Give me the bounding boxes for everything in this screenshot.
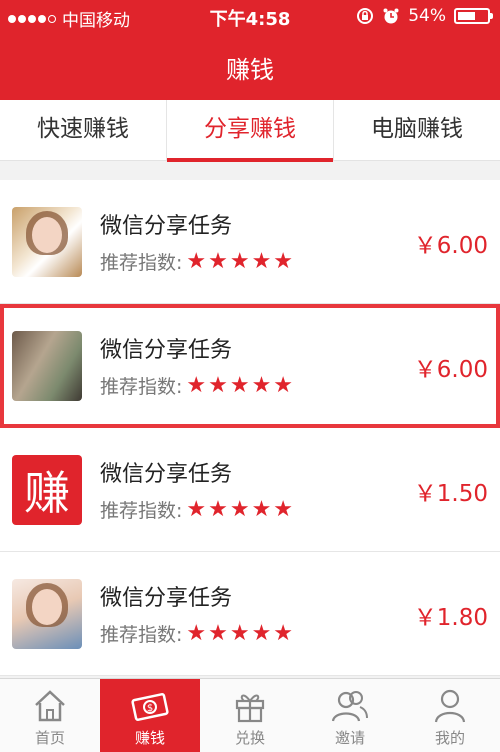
task-price: ￥1.50 — [413, 481, 488, 507]
rating-label: 推荐指数: — [100, 376, 183, 398]
task-title: 微信分享任务 — [100, 338, 233, 363]
tabbar-label: 邀请 — [334, 729, 365, 747]
alarm-icon — [383, 8, 399, 24]
rating-stars: ★★★★★ — [186, 249, 296, 274]
rating-stars: ★★★★★ — [186, 621, 296, 646]
task-thumbnail — [12, 207, 82, 277]
money-icon: $ — [131, 693, 169, 721]
rating-label: 推荐指数: — [100, 252, 183, 274]
task-price: ￥1.80 — [413, 605, 488, 631]
task-title: 微信分享任务 — [100, 462, 233, 487]
tabbar-mine[interactable]: 我的 — [400, 679, 500, 752]
task-item[interactable]: 赚 微信分享任务 推荐指数: ★★★★★ ￥1.50 — [0, 428, 500, 552]
tabbar-earn[interactable]: $ 赚钱 — [100, 679, 200, 752]
task-rating: 推荐指数: ★★★★★ — [100, 620, 295, 647]
task-item[interactable]: 微信分享任务 推荐指数: ★★★★★ ￥1.80 — [0, 552, 500, 676]
bottom-tab-bar: 首页 $ 赚钱 兑换 邀请 我的 — [0, 678, 500, 752]
tab-label: 电脑赚钱 — [371, 116, 463, 142]
status-bar: 中国移动 下午4:58 54% — [0, 0, 500, 34]
tab-pc-earn[interactable]: 电脑赚钱 — [333, 100, 500, 160]
gift-icon — [235, 694, 265, 723]
tabbar-label: 赚钱 — [134, 729, 165, 747]
tab-share-earn[interactable]: 分享赚钱 — [166, 100, 333, 162]
tabbar-label: 我的 — [434, 729, 465, 747]
tabbar-exchange[interactable]: 兑换 — [200, 679, 300, 752]
tabbar-label: 首页 — [34, 729, 65, 747]
task-rating: 推荐指数: ★★★★★ — [100, 372, 295, 399]
battery-percent: 54% — [408, 6, 446, 26]
rating-stars: ★★★★★ — [186, 497, 296, 522]
category-tabs: 快速赚钱 分享赚钱 电脑赚钱 — [0, 100, 500, 162]
tabbar-invite[interactable]: 邀请 — [300, 679, 400, 752]
task-title: 微信分享任务 — [100, 586, 233, 611]
task-thumbnail — [12, 331, 82, 401]
tab-label: 分享赚钱 — [204, 116, 296, 142]
orientation-lock-icon — [357, 8, 374, 24]
task-rating: 推荐指数: ★★★★★ — [100, 248, 295, 275]
rating-stars: ★★★★★ — [186, 373, 296, 398]
home-icon — [35, 690, 65, 722]
battery-icon — [454, 8, 493, 24]
tabbar-label: 兑换 — [234, 729, 265, 747]
task-item-selected[interactable]: 微信分享任务 推荐指数: ★★★★★ ￥6.00 — [0, 304, 500, 428]
task-price: ￥6.00 — [413, 357, 488, 383]
status-right: 54% — [356, 6, 493, 26]
task-rating: 推荐指数: ★★★★★ — [100, 496, 295, 523]
tab-label: 快速赚钱 — [37, 116, 129, 142]
user-icon — [434, 689, 466, 723]
tab-quick-earn[interactable]: 快速赚钱 — [0, 100, 166, 160]
rating-label: 推荐指数: — [100, 500, 183, 522]
task-thumbnail: 赚 — [12, 455, 82, 525]
task-item[interactable]: 微信分享任务 推荐指数: ★★★★★ ￥6.00 — [0, 180, 500, 304]
tabbar-home[interactable]: 首页 — [0, 679, 100, 752]
active-tab-indicator — [167, 158, 333, 162]
task-thumbnail — [12, 579, 82, 649]
top-bar: 中国移动 下午4:58 54% 赚钱 — [0, 0, 500, 100]
svg-text:$: $ — [147, 703, 153, 714]
task-price: ￥6.00 — [413, 233, 488, 259]
page-title: 赚钱 — [226, 56, 274, 84]
task-list: 微信分享任务 推荐指数: ★★★★★ ￥6.00 微信分享任务 推荐指数: ★★… — [0, 180, 500, 676]
users-icon — [331, 691, 368, 722]
rating-label: 推荐指数: — [100, 624, 183, 646]
task-title: 微信分享任务 — [100, 214, 233, 239]
